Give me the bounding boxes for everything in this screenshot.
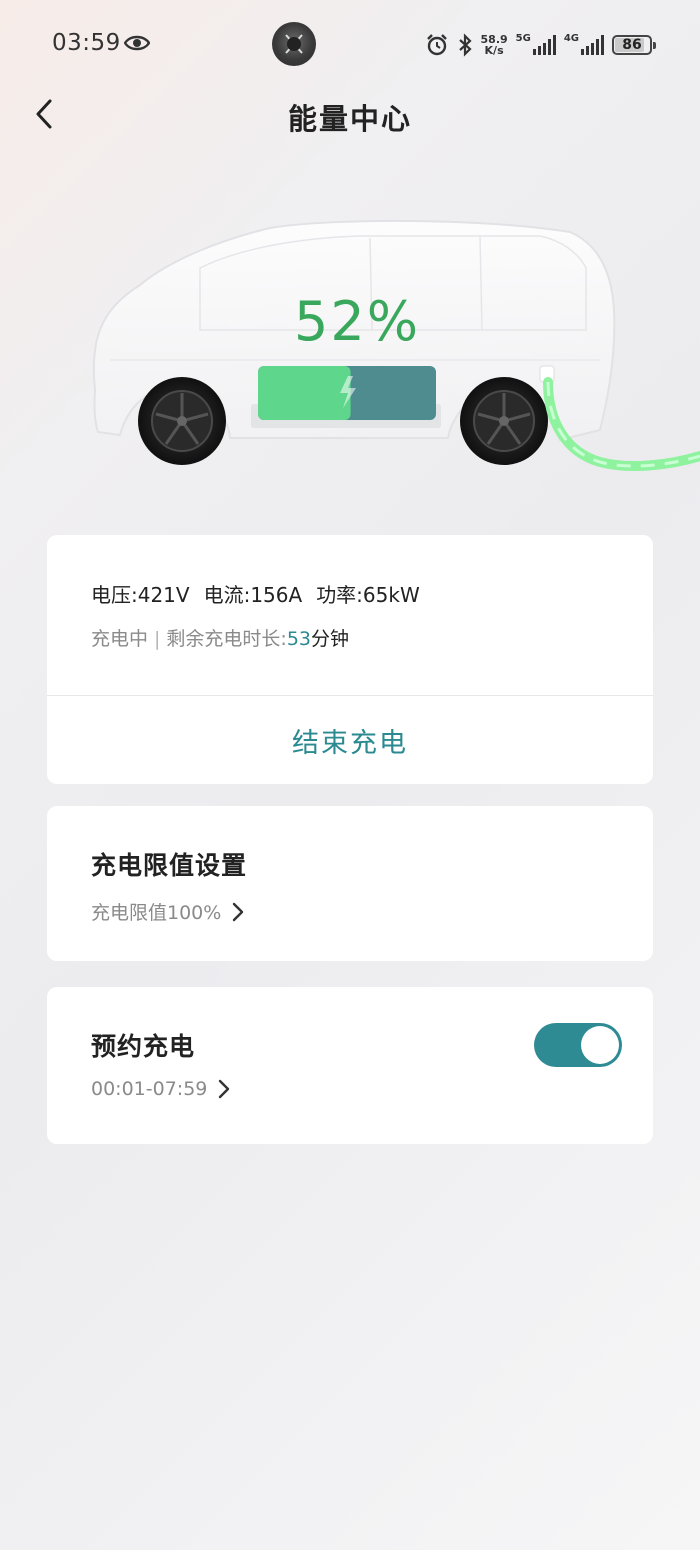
signal-sim2: 4G <box>563 33 604 55</box>
signal-bars-icon <box>581 35 604 55</box>
scheduled-charging-title: 预约充电 <box>91 1032 196 1061</box>
battery-pack <box>251 366 441 428</box>
notification-avatar-icon <box>272 22 316 66</box>
charge-limit-card[interactable]: 充电限值设置 充电限值100% <box>47 806 653 961</box>
sim2-type: 4G <box>563 33 579 44</box>
signal-bars-icon <box>532 35 556 55</box>
charging-status-line: 充电中 | 剩余充电时长:53分钟 <box>91 624 349 651</box>
charging-status: 充电中 <box>91 628 149 650</box>
status-separator: | <box>154 628 161 650</box>
status-icons: 58.9 K/s 5G 4G 86 <box>425 30 656 60</box>
charge-limit-value: 充电限值100% <box>91 902 222 924</box>
battery-icon: 86 <box>612 35 656 55</box>
alarm-icon <box>426 34 447 56</box>
signal-sim1: 5G <box>515 33 556 55</box>
end-charging-button[interactable]: 结束充电 <box>47 696 653 784</box>
charging-status-card: 电压:421V 电流:156A 功率:65kW 充电中 | 剩余充电时长:53分钟 结束… <box>47 535 653 784</box>
minutes-unit: 分钟 <box>311 628 350 650</box>
voltage-value: 电压:421V <box>91 583 190 607</box>
chevron-right-icon <box>219 1079 230 1099</box>
status-time: 03:59 <box>52 30 121 56</box>
bluetooth-icon <box>458 33 472 57</box>
rear-wheel-icon <box>460 377 548 465</box>
eye-icon <box>124 35 150 51</box>
scheduled-charging-card: 预约充电 00:01-07:59 <box>47 987 653 1144</box>
schedule-time-link[interactable]: 00:01-07:59 <box>91 1078 231 1100</box>
chevron-right-icon <box>233 902 244 921</box>
schedule-time-range: 00:01-07:59 <box>91 1078 208 1100</box>
network-speed: 58.9 K/s <box>481 34 508 56</box>
power-value: 功率:65kW <box>316 583 420 607</box>
charge-limit-title: 充电限值设置 <box>91 851 248 880</box>
network-speed-unit: K/s <box>484 44 504 57</box>
charge-percentage: 52% <box>293 290 421 353</box>
charging-stats: 电压:421V 电流:156A 功率:65kW <box>91 579 434 608</box>
status-bar: 03:59 58.9 K/s 5G 4G 86 <box>0 0 700 88</box>
battery-level: 86 <box>622 37 642 53</box>
remaining-label: 剩余充电时长: <box>166 628 287 650</box>
toggle-knob <box>581 1026 619 1064</box>
vehicle-hero: 52% <box>0 190 700 510</box>
page-title: 能量中心 <box>287 102 412 136</box>
front-wheel-icon <box>138 377 226 465</box>
sim1-type: 5G <box>515 33 531 44</box>
charge-limit-link[interactable]: 充电限值100% <box>91 898 245 925</box>
scheduled-charging-toggle[interactable] <box>534 1023 622 1067</box>
remaining-minutes: 53 <box>286 628 312 650</box>
current-value: 电流:156A <box>203 583 303 607</box>
